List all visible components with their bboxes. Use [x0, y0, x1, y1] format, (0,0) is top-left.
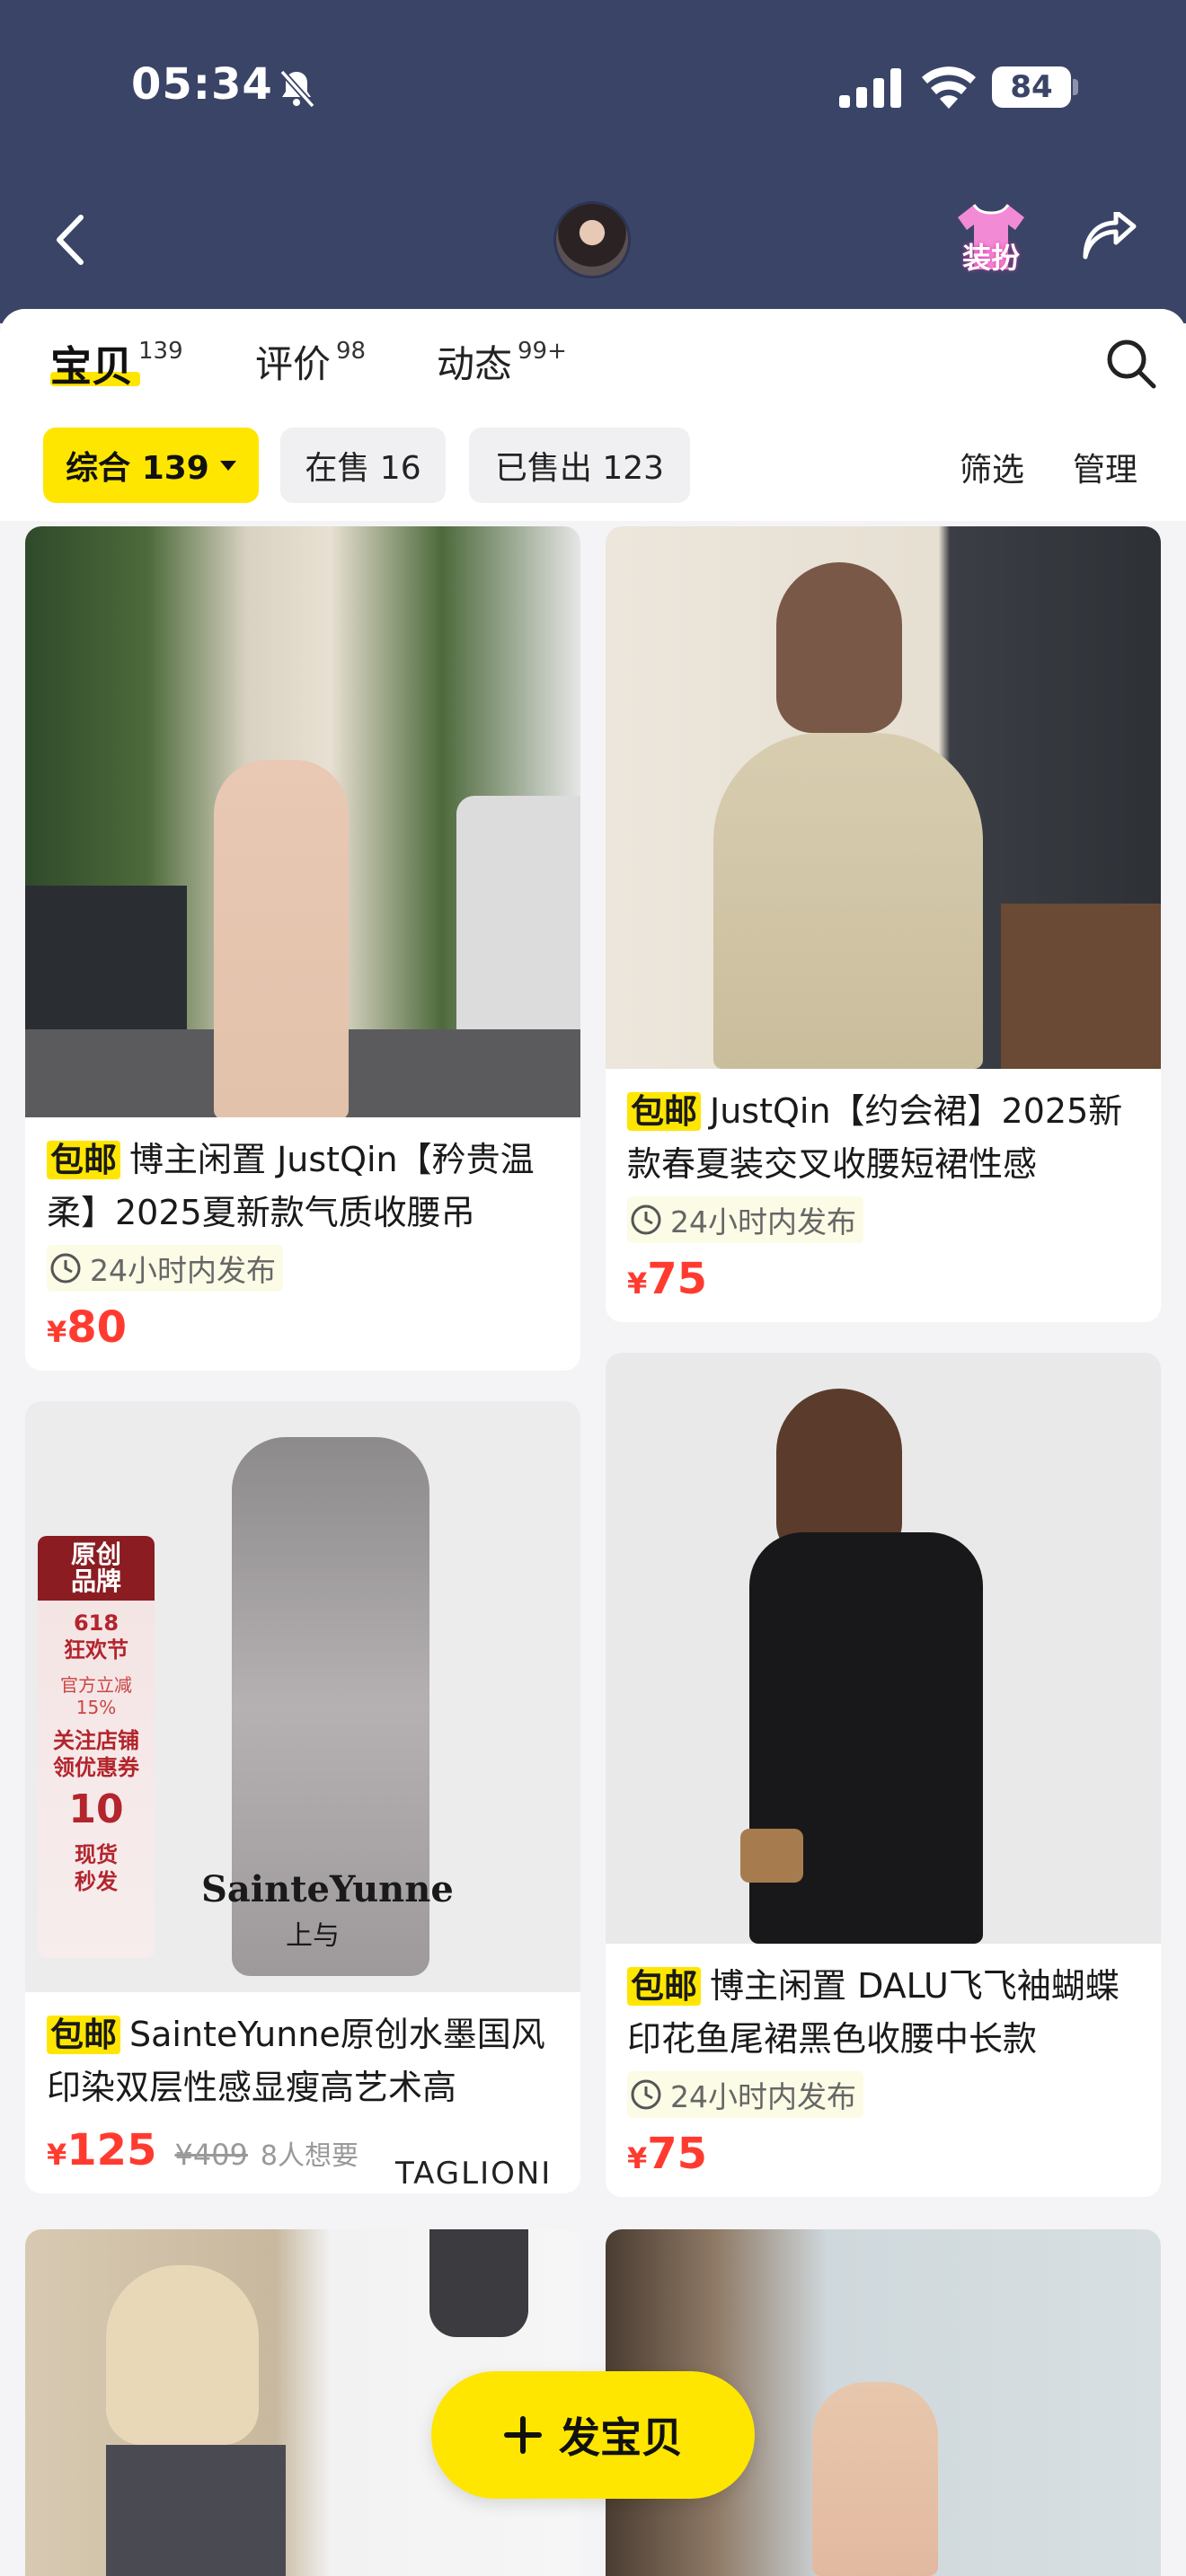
- hair-shape: [106, 2265, 259, 2445]
- promo-coupon: 关注店铺 领优惠券: [53, 1728, 139, 1780]
- promo-amount: 10: [68, 1786, 124, 1832]
- free-shipping-badge: 包邮: [47, 2016, 120, 2054]
- tab-reviews[interactable]: 评价 98: [255, 334, 366, 389]
- title-text: 博主闲置 DALU飞飞袖蝴蝶印花鱼尾裙黑色收腰中长款: [627, 1966, 1120, 2059]
- promo-discount: 官方立减 15%: [60, 1674, 132, 1718]
- dress-figure: [429, 2229, 528, 2337]
- promo-head: 原创 品牌: [38, 1536, 155, 1601]
- battery-indicator: 84: [992, 66, 1071, 108]
- title-text: SainteYunne原创水墨国风印染双层性感显瘦高艺术高: [47, 2015, 545, 2107]
- price-row: ¥ 80: [47, 1302, 559, 1353]
- product-card[interactable]: 包邮 博主闲置 DALU飞飞袖蝴蝶印花鱼尾裙黑色收腰中长款 24小时内发布 ¥ 7…: [606, 1353, 1161, 2197]
- free-shipping-badge: 包邮: [627, 1092, 701, 1131]
- dress-figure: [713, 733, 983, 1069]
- filter-chip-all[interactable]: 综合 139: [43, 428, 259, 503]
- brand-watermark-sub: 上与: [286, 1920, 340, 1952]
- top-header: 05:34 84 装扮: [0, 0, 1186, 323]
- promo-event: 618 狂欢节: [64, 1610, 128, 1663]
- product-card[interactable]: 包邮 博主闲置 JustQin【矜贵温柔】2025夏新款气质收腰吊 24小时内发布…: [25, 526, 580, 1371]
- post-item-button[interactable]: 发宝贝: [431, 2371, 755, 2499]
- bell-muted-icon: [279, 69, 315, 109]
- caret-down-icon: [219, 460, 236, 471]
- product-title: 包邮 博主闲置 DALU飞飞袖蝴蝶印花鱼尾裙黑色收腰中长款: [627, 1960, 1139, 2064]
- free-shipping-badge: 包邮: [627, 1967, 701, 2006]
- tab-count: 99+: [518, 338, 567, 365]
- tab-count: 98: [336, 338, 367, 365]
- dress-figure: [106, 2445, 286, 2576]
- filter-chip-on-sale[interactable]: 在售 16: [280, 428, 446, 503]
- promo-banner: 原创 品牌 618 狂欢节 官方立减 15% 关注店铺 领优惠券 10 现货 秒…: [38, 1536, 155, 1958]
- price: 80: [66, 1302, 128, 1353]
- price-row: ¥ 75: [627, 2129, 1139, 2179]
- wants-count: 8人想要: [260, 2140, 358, 2172]
- product-image: 原创 品牌 618 狂欢节 官方立减 15% 关注店铺 领优惠券 10 现货 秒…: [25, 1401, 580, 1992]
- brand-watermark: TAGLIONI: [395, 2156, 553, 2192]
- time-tag: 24小时内发布: [627, 2071, 863, 2118]
- tab-count: 139: [138, 338, 183, 365]
- original-price: ¥409: [174, 2138, 248, 2172]
- clock-icon: [631, 2079, 661, 2110]
- chip-label: 在售 16: [305, 450, 421, 487]
- back-chevron-icon[interactable]: [50, 212, 90, 268]
- dress-figure: [812, 2382, 938, 2576]
- status-time: 05:34: [131, 59, 273, 110]
- search-icon[interactable]: [1105, 338, 1157, 390]
- chip-label: 已售出 123: [494, 450, 665, 487]
- product-title: 包邮 SainteYunne原创水墨国风印染双层性感显瘦高艺术高: [47, 2008, 559, 2113]
- tab-items[interactable]: 宝贝 139: [50, 334, 183, 393]
- product-image: [606, 526, 1161, 1069]
- product-image: [606, 1353, 1161, 1944]
- time-tag-text: 24小时内发布: [670, 1204, 856, 1239]
- basket-bag: [740, 1829, 803, 1883]
- price: 75: [647, 2129, 708, 2179]
- product-card[interactable]: 包邮 JustQin【约会裙】2025新款春夏装交叉收腰短裙性感 24小时内发布 …: [606, 526, 1161, 1322]
- time-tag-text: 24小时内发布: [90, 1253, 276, 1288]
- product-card[interactable]: 原创 品牌 618 狂欢节 官方立减 15% 关注店铺 领优惠券 10 现货 秒…: [25, 1401, 580, 2193]
- product-title: 包邮 JustQin【约会裙】2025新款春夏装交叉收腰短裙性感: [627, 1085, 1139, 1189]
- time-tag: 24小时内发布: [627, 1196, 863, 1243]
- currency-symbol: ¥: [47, 1315, 67, 1349]
- counter-shape: [1001, 904, 1161, 1069]
- share-arrow-icon[interactable]: [1080, 212, 1137, 264]
- battery-tip: [1073, 79, 1078, 95]
- post-item-label: 发宝贝: [559, 2413, 683, 2462]
- tab-activity[interactable]: 动态 99+: [437, 334, 567, 389]
- manage-button[interactable]: 管理: [1073, 444, 1137, 490]
- tab-label: 宝贝: [50, 342, 133, 391]
- clock-icon: [50, 1253, 81, 1284]
- tab-label: 动态: [437, 342, 513, 386]
- chip-label: 综合 139: [66, 450, 209, 487]
- product-image: [25, 526, 580, 1117]
- hair-shape: [776, 562, 902, 733]
- filter-button[interactable]: 筛选: [960, 444, 1024, 490]
- car-shape: [456, 796, 580, 1029]
- price-row: ¥ 75: [627, 1254, 1139, 1304]
- tab-label: 评价: [255, 342, 332, 386]
- wifi-icon: [922, 66, 976, 109]
- currency-symbol: ¥: [47, 2138, 67, 2172]
- filter-chip-sold[interactable]: 已售出 123: [469, 428, 690, 503]
- price: 125: [66, 2125, 157, 2175]
- title-text: JustQin【约会裙】2025新款春夏装交叉收腰短裙性感: [627, 1091, 1123, 1184]
- time-tag: 24小时内发布: [47, 1245, 283, 1292]
- clock-icon: [631, 1204, 661, 1235]
- currency-symbol: ¥: [627, 2141, 648, 2175]
- currency-symbol: ¥: [627, 1266, 648, 1301]
- product-title: 包邮 博主闲置 JustQin【矜贵温柔】2025夏新款气质收腰吊: [47, 1134, 559, 1238]
- time-tag-text: 24小时内发布: [670, 2079, 856, 2114]
- promo-stock: 现货 秒发: [75, 1842, 118, 1894]
- seller-avatar[interactable]: [553, 201, 631, 278]
- plus-icon: [504, 2416, 542, 2454]
- dress-figure: [214, 760, 349, 1117]
- costume-label[interactable]: 装扮: [951, 235, 1031, 277]
- brand-watermark: SainteYunne: [201, 1868, 454, 1910]
- cellular-signal-icon: [839, 68, 901, 108]
- free-shipping-badge: 包邮: [47, 1141, 120, 1179]
- price: 75: [647, 1254, 708, 1304]
